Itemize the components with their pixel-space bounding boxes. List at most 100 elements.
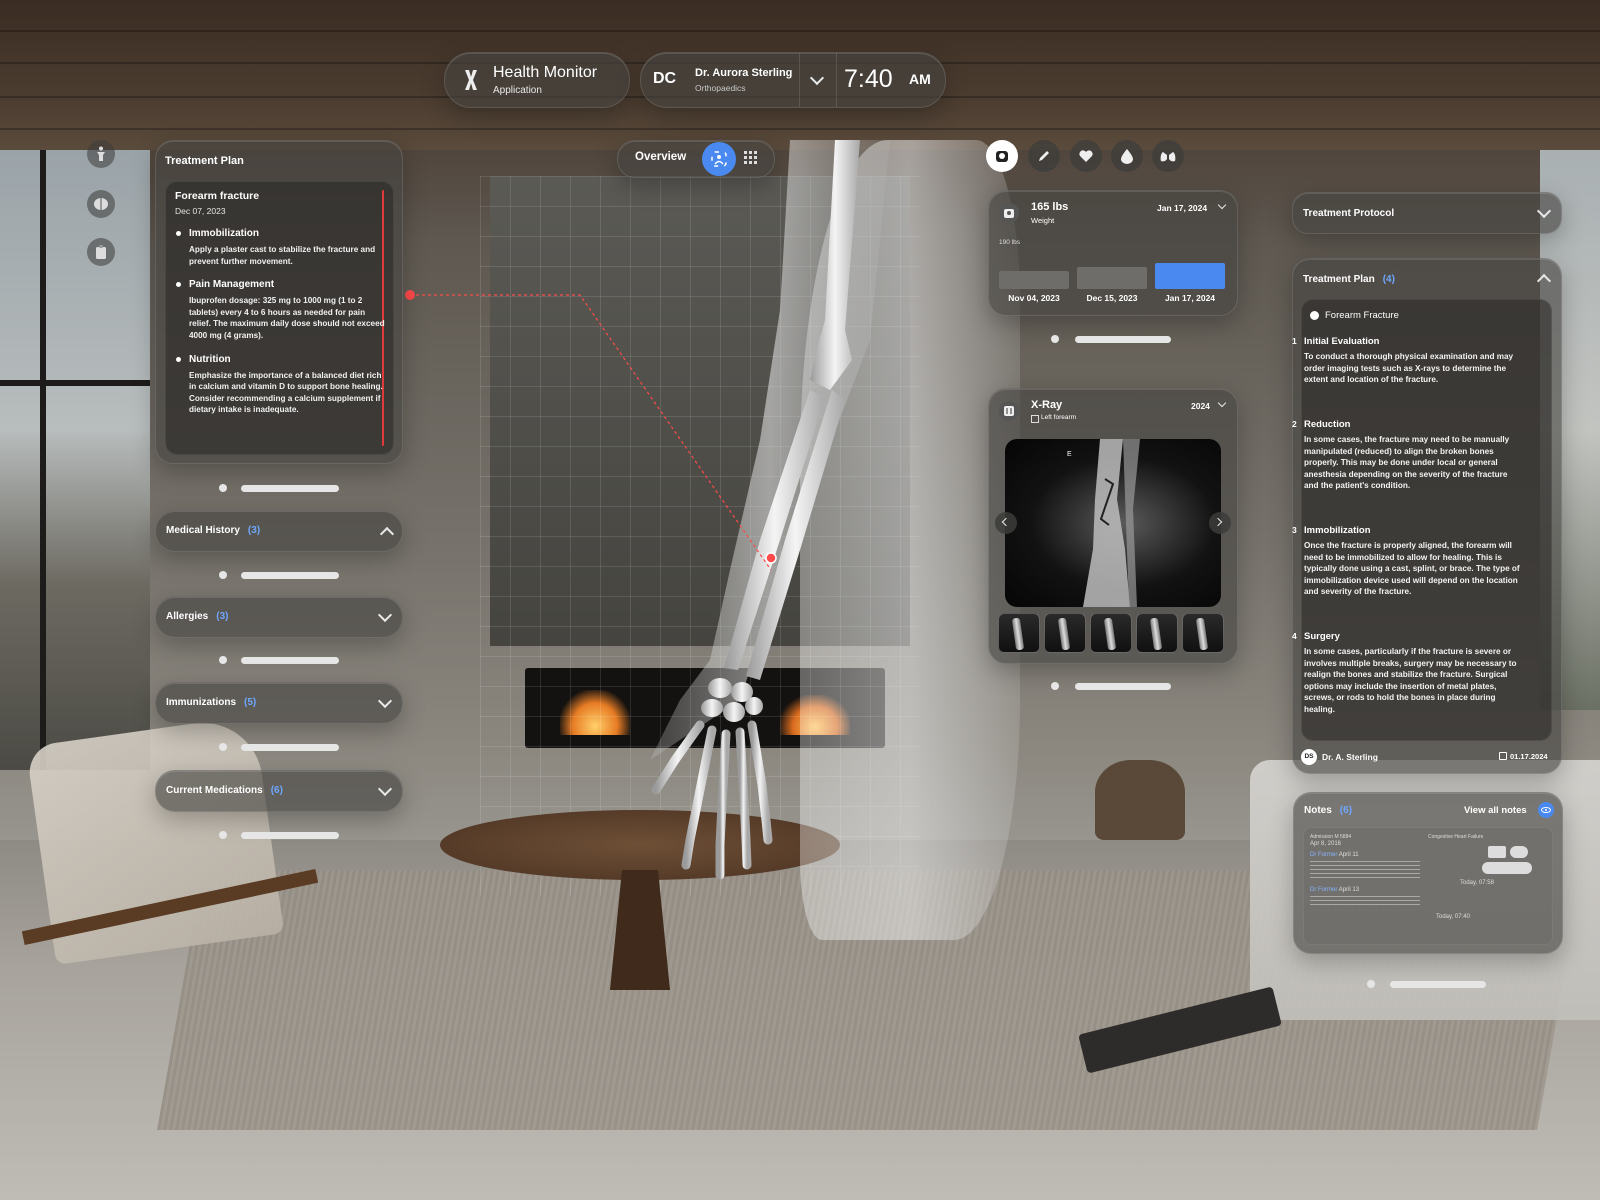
lungs-icon[interactable] (1152, 140, 1184, 172)
window-grab-bar[interactable] (1075, 336, 1171, 343)
case-date: Dec 07, 2023 (175, 206, 226, 216)
note-entry-date: April 13 (1338, 887, 1360, 893)
note-entry-label: Admission M 5884 (1310, 834, 1352, 840)
plan-item: Pain Management Ibuprofen dosage: 325 mg… (175, 279, 385, 341)
plan-date: 01.17.2024 (1510, 752, 1548, 761)
medical-history-accordion[interactable]: Medical History (3) (155, 510, 403, 552)
window-grab-bar[interactable] (241, 832, 339, 839)
app-name: Health Monitor (493, 64, 598, 81)
step-heading: Reduction (1304, 419, 1351, 430)
health-monitor-logo-icon (463, 69, 479, 91)
weight-axis-label: 190 lbs (999, 239, 1020, 246)
treatment-step: 2 Reduction In some cases, the fracture … (1292, 419, 1524, 492)
chevron-up-icon[interactable] (1536, 273, 1552, 289)
app-chip[interactable]: Health Monitor Application (444, 52, 630, 108)
window-grab-dot[interactable] (1051, 682, 1059, 690)
weight-card[interactable]: 165 lbs Weight Jan 17, 2024 190 lbs Nov … (988, 190, 1238, 316)
window-grab-bar[interactable] (1390, 981, 1486, 988)
plan-item: Nutrition Emphasize the importance of a … (175, 354, 385, 416)
allergies-accordion[interactable]: Allergies (3) (155, 596, 403, 638)
chevron-down-icon (1217, 200, 1227, 210)
accordion-count: (5) (244, 697, 257, 708)
plan-item: Immobilization Apply a plaster cast to s… (175, 228, 385, 267)
left-window (0, 150, 150, 770)
immunizations-accordion[interactable]: Immunizations (5) (155, 682, 403, 724)
current-medications-accordion[interactable]: Current Medications (6) (155, 770, 403, 812)
window-grab-bar[interactable] (1075, 683, 1171, 690)
weight-value: 165 lbs (1031, 201, 1069, 213)
treatment-plan-list: Forearm fracture Dec 07, 2023 Immobiliza… (175, 181, 385, 416)
user-menu-toggle[interactable] (799, 53, 837, 107)
chevron-up-icon (379, 526, 395, 542)
weight-scale-icon[interactable] (986, 140, 1018, 172)
pen-icon[interactable] (1028, 140, 1060, 172)
window-grab-bar[interactable] (241, 572, 339, 579)
notes-title: Notes (1304, 805, 1332, 816)
step-number: 1 (1292, 336, 1297, 346)
accordion-count: (3) (216, 611, 229, 622)
xray-thumbnail[interactable] (1136, 613, 1178, 653)
window-grab-bar[interactable] (241, 485, 339, 492)
window-grab-dot[interactable] (219, 743, 227, 751)
xray-thumbnail[interactable] (998, 613, 1040, 653)
weight-bar-chart: Nov 04, 2023 Dec 15, 2023 Jan 17, 2024 (999, 249, 1227, 303)
window-grab-dot[interactable] (1367, 980, 1375, 988)
step-text: Once the fracture is properly aligned, t… (1304, 541, 1520, 597)
fracture-connector-line (405, 290, 772, 571)
weight-bar-label: Dec 15, 2023 (1086, 293, 1138, 303)
treatment-plan-title: Treatment Plan (165, 155, 244, 167)
anatomy-scan-icon[interactable] (702, 142, 736, 176)
overview-tab[interactable]: Overview (635, 151, 686, 163)
weight-bar[interactable] (1077, 267, 1147, 289)
window-grab-bar[interactable] (241, 744, 339, 751)
heart-icon[interactable] (1070, 140, 1102, 172)
weight-scale-icon (999, 203, 1019, 223)
doctor-avatar: DC (653, 70, 677, 87)
eye-icon[interactable] (1538, 802, 1554, 818)
plan-item-text: Apply a plaster cast to stabilize the fr… (189, 245, 376, 266)
window-grab-dot[interactable] (219, 831, 227, 839)
treatment-plan-detail-title: Treatment Plan (1303, 274, 1375, 285)
treatment-protocol-header[interactable]: Treatment Protocol (1292, 192, 1562, 234)
treatment-step: 3 Immobilization Once the fracture is pr… (1292, 525, 1524, 598)
steps-case-title: Forearm Fracture (1325, 310, 1399, 321)
weight-date-select[interactable]: Jan 17, 2024 (1157, 203, 1207, 213)
body-pose-icon[interactable] (87, 140, 115, 168)
doctor-name: Dr. Aurora Sterling (695, 67, 793, 79)
xray-prev-button[interactable] (995, 512, 1017, 534)
weight-bar-label: Nov 04, 2023 (1008, 293, 1060, 303)
view-all-notes-link[interactable]: View all notes (1464, 805, 1527, 816)
weight-bar[interactable] (1155, 263, 1225, 289)
treatment-protocol-title: Treatment Protocol (1303, 208, 1395, 219)
app-subtitle: Application (493, 85, 542, 96)
xray-image[interactable]: E (1005, 439, 1221, 607)
window-grab-dot[interactable] (219, 571, 227, 579)
user-chip[interactable]: DC Dr. Aurora Sterling Orthopaedics 7:40… (640, 52, 946, 108)
weight-bar[interactable] (999, 271, 1069, 289)
xray-thumbnail[interactable] (1044, 613, 1086, 653)
step-number: 3 (1292, 525, 1297, 535)
xray-year-select[interactable]: 2024 (1191, 401, 1210, 411)
drop-icon[interactable] (1111, 140, 1143, 172)
xray-thumbnail[interactable] (1090, 613, 1132, 653)
step-heading: Immobilization (1304, 525, 1371, 536)
window-grab-dot[interactable] (1051, 335, 1059, 343)
step-text: To conduct a thorough physical examinati… (1304, 352, 1514, 385)
weight-date: Jan 17, 2024 (1157, 203, 1208, 213)
xray-thumbnail[interactable] (1182, 613, 1224, 653)
note-right-entry: Today, 07:40 (1436, 914, 1470, 920)
chevron-down-icon (377, 781, 393, 797)
author-name: Dr. A. Sterling (1322, 752, 1378, 762)
brain-icon[interactable] (87, 190, 115, 218)
window-grab-dot[interactable] (219, 484, 227, 492)
plan-item-heading: Pain Management (175, 279, 385, 290)
window-grab-bar[interactable] (241, 657, 339, 664)
window-grab-dot[interactable] (219, 656, 227, 664)
radio-icon[interactable] (1310, 311, 1319, 320)
calendar-icon (1499, 752, 1507, 760)
clipboard-icon[interactable] (87, 238, 115, 266)
grid-icon[interactable] (744, 151, 758, 165)
notes-preview[interactable]: Admission M 5884 Apr 8, 2016 Dr Former A… (1303, 827, 1553, 945)
xray-next-button[interactable] (1209, 512, 1231, 534)
treatment-step: 1 Initial Evaluation To conduct a thorou… (1292, 336, 1524, 386)
